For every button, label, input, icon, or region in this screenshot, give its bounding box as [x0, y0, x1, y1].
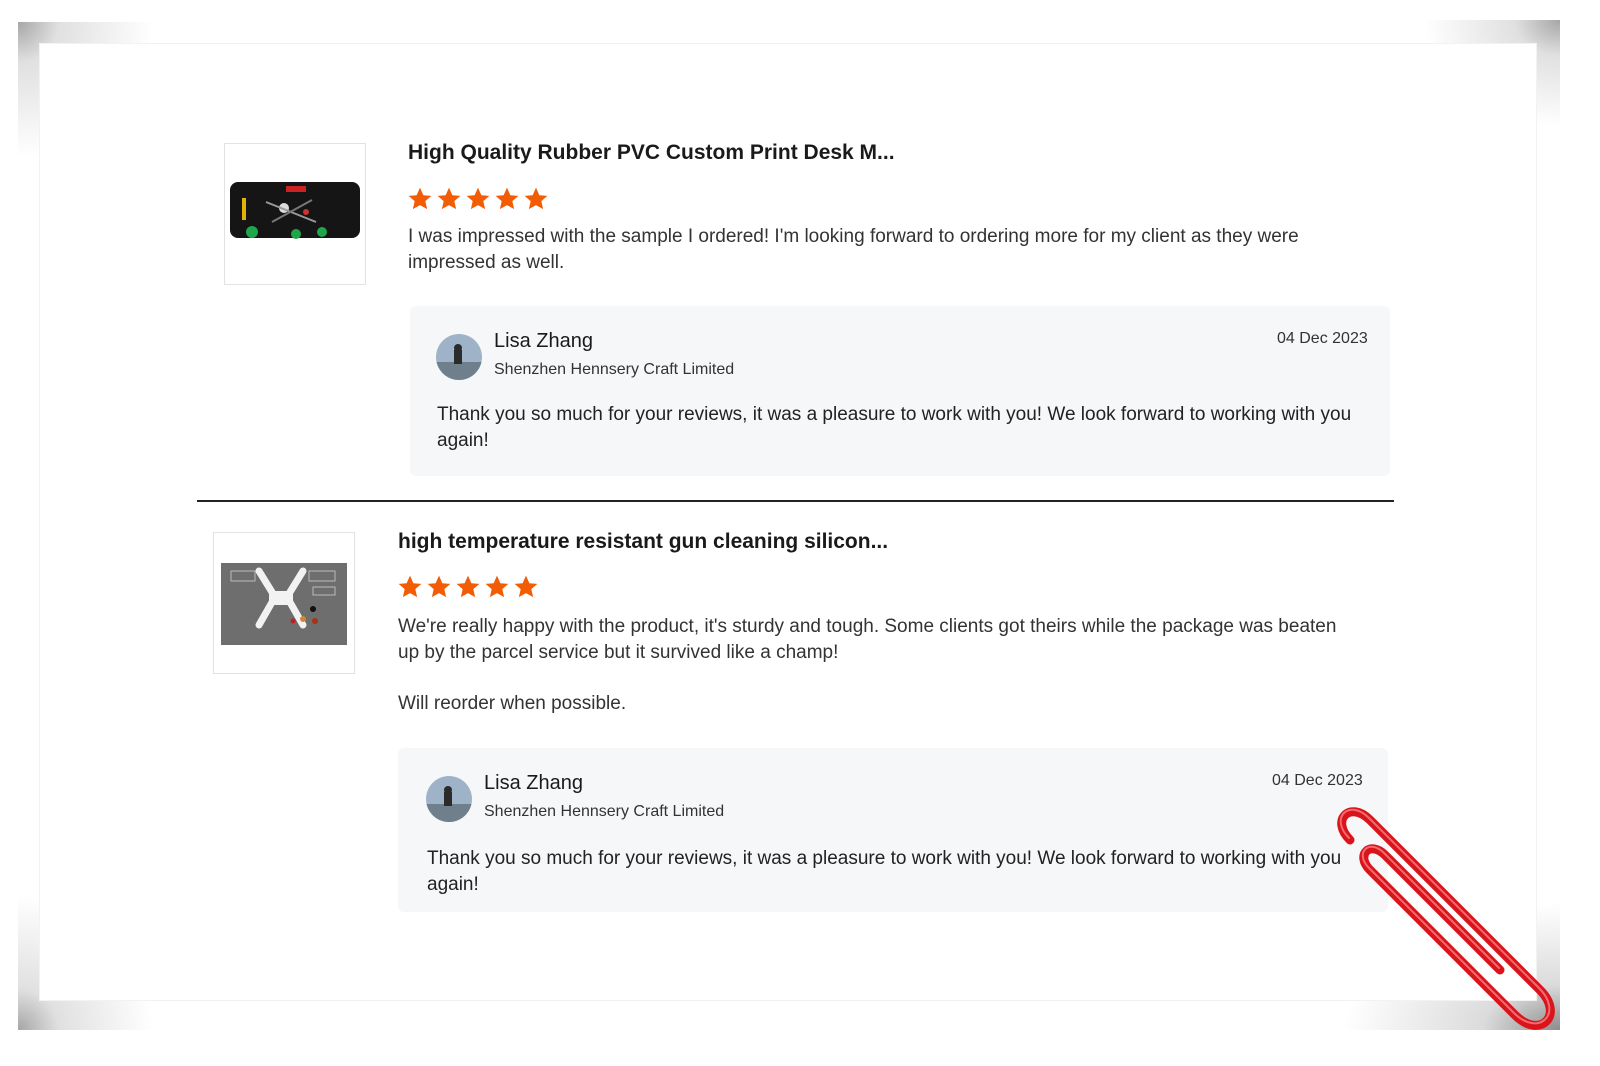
product-thumbnail[interactable]	[213, 532, 355, 674]
desk-mat-image	[230, 182, 360, 239]
star-icon	[495, 187, 519, 210]
review-comment-line-2: Will reorder when possible.	[398, 693, 627, 714]
star-icon	[485, 575, 509, 598]
star-icon	[456, 575, 480, 598]
star-icon	[427, 575, 451, 598]
product-title[interactable]: high temperature resistant gun cleaning …	[398, 530, 888, 554]
reply-text: Thank you so much for your reviews, it w…	[427, 848, 1342, 895]
star-icon	[437, 187, 461, 210]
reply-author-name: Lisa Zhang	[484, 772, 583, 794]
review-comment: We're really happy with the product, it'…	[398, 616, 1337, 663]
product-thumbnail[interactable]	[224, 143, 366, 285]
reply-author-name: Lisa Zhang	[494, 330, 593, 352]
product-title[interactable]: High Quality Rubber PVC Custom Print Des…	[408, 141, 895, 165]
review-divider	[197, 500, 1394, 502]
reply-date: 04 Dec 2023	[1272, 772, 1363, 789]
avatar	[436, 334, 482, 380]
silicone-mat-image	[221, 563, 347, 645]
reply-company: Shenzhen Hennsery Craft Limited	[484, 803, 725, 820]
star-icon	[408, 187, 432, 210]
star-icon	[514, 575, 538, 598]
avatar	[426, 776, 472, 822]
reply-company: Shenzhen Hennsery Craft Limited	[494, 361, 735, 378]
star-icon	[398, 575, 422, 598]
star-icon	[524, 187, 548, 210]
review-comment: I was impressed with the sample I ordere…	[408, 226, 1299, 273]
rating-stars	[407, 186, 549, 212]
reply-text: Thank you so much for your reviews, it w…	[437, 404, 1352, 451]
rating-stars	[397, 574, 539, 600]
star-icon	[466, 187, 490, 210]
reply-date: 04 Dec 2023	[1277, 330, 1368, 347]
paperclip-icon	[1337, 807, 1555, 1030]
